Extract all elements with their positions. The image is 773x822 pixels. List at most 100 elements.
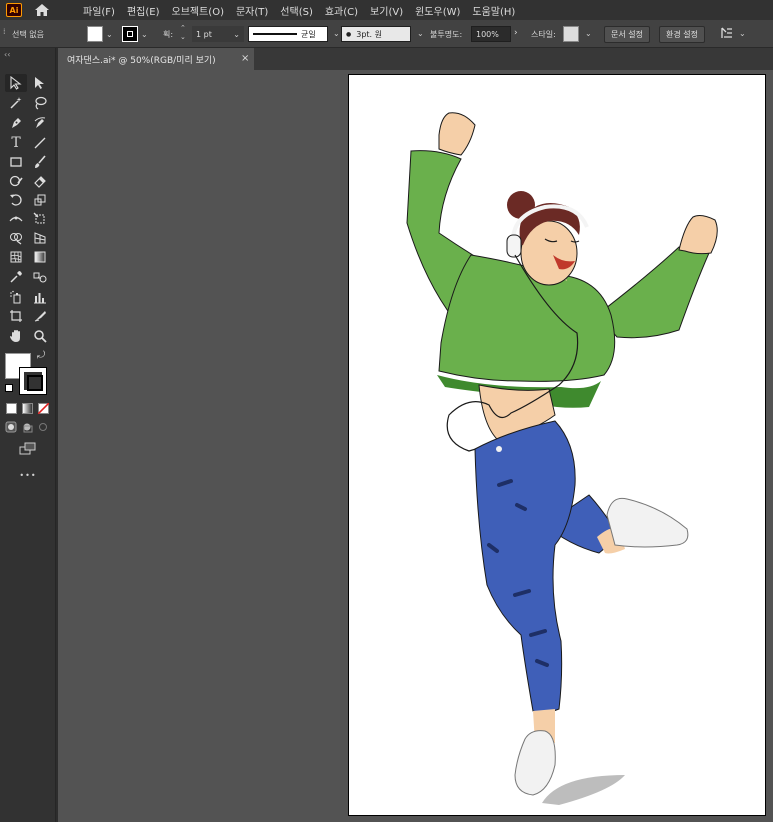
menu-edit[interactable]: 편집(E) <box>121 3 166 18</box>
control-bar-grip[interactable]: ⁞ <box>3 27 6 36</box>
artboard-tool-icon[interactable] <box>5 307 27 325</box>
opacity-field[interactable]: 100% <box>471 26 511 42</box>
stroke-label: 획: <box>163 30 174 39</box>
document-setup-button[interactable]: 문서 설정 <box>604 26 650 43</box>
scale-tool-icon[interactable] <box>29 191 51 209</box>
chevron-down-icon[interactable]: ⌄ <box>333 29 340 38</box>
headphone-earcup <box>506 234 522 258</box>
eyedropper-tool-icon[interactable] <box>5 268 27 286</box>
default-colors-icon[interactable] <box>5 384 13 392</box>
menu-object[interactable]: 오브젝트(O) <box>166 3 230 18</box>
left-fist <box>438 112 476 156</box>
stroke-color-box[interactable] <box>19 367 47 395</box>
edit-toolbar-icon[interactable]: ••• <box>17 466 39 484</box>
hair-bun <box>507 191 535 219</box>
preferences-button[interactable]: 환경 설정 <box>659 26 705 43</box>
stroke-profile-line <box>253 33 297 35</box>
menu-help[interactable]: 도움말(H) <box>466 3 521 18</box>
selection-tool-icon[interactable] <box>5 74 27 92</box>
type-tool-icon[interactable]: T <box>5 134 27 152</box>
right-sleeve <box>596 246 710 339</box>
stroke-weight-stepper[interactable]: ⌃ ⌄ <box>180 24 186 42</box>
document-tab[interactable]: 여자댄스.ai* @ 50%(RGB/미리 보기) <box>58 48 254 70</box>
slice-tool-icon[interactable] <box>29 307 51 325</box>
stroke-swatch[interactable] <box>122 26 138 42</box>
fill-swatch[interactable] <box>87 26 103 42</box>
rectangle-tool-icon[interactable] <box>5 153 27 171</box>
change-screen-mode-icon[interactable] <box>17 440 39 458</box>
stroke-control[interactable]: ⌄ <box>122 26 148 42</box>
chevron-down-icon[interactable]: ⌄ <box>233 30 240 39</box>
control-bar: ⁞ 선택 없음 ⌄ ⌄ 획: ⌃ ⌄ 1 pt ⌄ 균일 ⌄ ● 3pt. 원 ⌄… <box>0 20 773 48</box>
shaper-tool-icon[interactable] <box>5 172 27 190</box>
chevron-down-icon[interactable]: ⌄ <box>417 29 424 38</box>
toolbar-panel: ‹‹ T ⤾ ••• <box>0 48 58 822</box>
floor-shadow <box>542 775 625 805</box>
chevron-down-icon[interactable]: ⌄ <box>106 30 113 39</box>
draw-inside-icon[interactable] <box>36 420 50 434</box>
width-tool-icon[interactable] <box>5 210 27 228</box>
chevron-right-icon[interactable]: › <box>514 28 518 38</box>
brush-dot-icon: ● <box>346 30 352 38</box>
menu-file[interactable]: 파일(F) <box>77 3 121 18</box>
jeans-button <box>496 446 502 452</box>
raised-leg-sneaker <box>606 497 689 548</box>
fill-control[interactable]: ⌄ <box>87 26 113 42</box>
blend-tool-icon[interactable] <box>29 268 51 286</box>
menu-window[interactable]: 윈도우(W) <box>409 3 466 18</box>
pen-tool-icon[interactable] <box>5 114 27 132</box>
home-icon[interactable] <box>34 3 50 17</box>
column-graph-tool-icon[interactable] <box>29 288 51 306</box>
none-mode-icon[interactable] <box>38 403 49 414</box>
chevron-down-icon[interactable]: ⌄ <box>141 30 148 39</box>
hand-tool-icon[interactable] <box>5 327 27 345</box>
style-label: 스타일: <box>531 30 556 39</box>
line-segment-tool-icon[interactable] <box>29 134 51 152</box>
perspective-grid-tool-icon[interactable] <box>29 229 51 247</box>
dancing-woman-illustration[interactable] <box>349 75 766 816</box>
rotate-tool-icon[interactable] <box>5 191 27 209</box>
eraser-tool-icon[interactable] <box>29 172 51 190</box>
artboard[interactable] <box>348 74 766 816</box>
gradient-tool-icon[interactable] <box>29 248 51 266</box>
shape-builder-tool-icon[interactable] <box>5 229 27 247</box>
gradient-mode-icon[interactable] <box>22 403 33 414</box>
mesh-tool-icon[interactable] <box>5 248 27 266</box>
menu-list: 파일(F) 편집(E) 오브젝트(O) 문자(T) 선택(S) 효과(C) 보기… <box>77 3 521 18</box>
standing-leg-sneaker <box>514 730 556 796</box>
paintbrush-tool-icon[interactable] <box>29 153 51 171</box>
document-tab-bar: 여자댄스.ai* @ 50%(RGB/미리 보기) × <box>58 48 773 70</box>
close-icon[interactable]: × <box>241 53 249 64</box>
draw-behind-icon[interactable] <box>20 420 34 434</box>
lasso-tool-icon[interactable] <box>29 94 51 112</box>
brush-field[interactable]: ● 3pt. 원 <box>341 26 411 42</box>
arrange-documents-icon[interactable] <box>720 26 734 40</box>
color-mode-icon[interactable] <box>6 403 17 414</box>
document-tab-title: 여자댄스.ai* @ 50%(RGB/미리 보기) <box>67 55 216 66</box>
stroke-weight-value: 1 pt <box>196 29 212 39</box>
magic-wand-tool-icon[interactable] <box>5 94 27 112</box>
stroke-profile-field[interactable]: 균일 <box>248 26 328 42</box>
stroke-profile-value: 균일 <box>301 29 316 39</box>
free-transform-tool-icon[interactable] <box>29 210 51 228</box>
menu-type[interactable]: 문자(T) <box>230 3 274 18</box>
stroke-weight-field[interactable]: 1 pt ⌄ <box>192 26 244 42</box>
zoom-tool-icon[interactable] <box>29 327 51 345</box>
symbol-sprayer-tool-icon[interactable] <box>5 288 27 306</box>
canvas-area[interactable] <box>58 70 773 822</box>
toolbar-collapse-icon[interactable]: ‹‹ <box>4 50 10 59</box>
selection-status: 선택 없음 <box>12 30 44 39</box>
curvature-tool-icon[interactable] <box>29 114 51 132</box>
draw-normal-icon[interactable] <box>4 420 18 434</box>
menu-view[interactable]: 보기(V) <box>364 3 409 18</box>
style-swatch[interactable] <box>563 26 579 42</box>
opacity-label[interactable]: 불투명도: <box>430 29 462 40</box>
menu-bar: Ai 파일(F) 편집(E) 오브젝트(O) 문자(T) 선택(S) 효과(C)… <box>0 0 773 20</box>
swap-colors-icon[interactable]: ⤾ <box>34 348 48 362</box>
direct-selection-tool-icon[interactable] <box>29 74 51 92</box>
menu-effect[interactable]: 효과(C) <box>319 3 364 18</box>
chevron-down-icon[interactable]: ⌄ <box>585 29 592 38</box>
tools-panel: ‹‹ T ⤾ ••• <box>0 48 56 822</box>
menu-select[interactable]: 선택(S) <box>274 3 319 18</box>
chevron-down-icon[interactable]: ⌄ <box>739 29 746 38</box>
